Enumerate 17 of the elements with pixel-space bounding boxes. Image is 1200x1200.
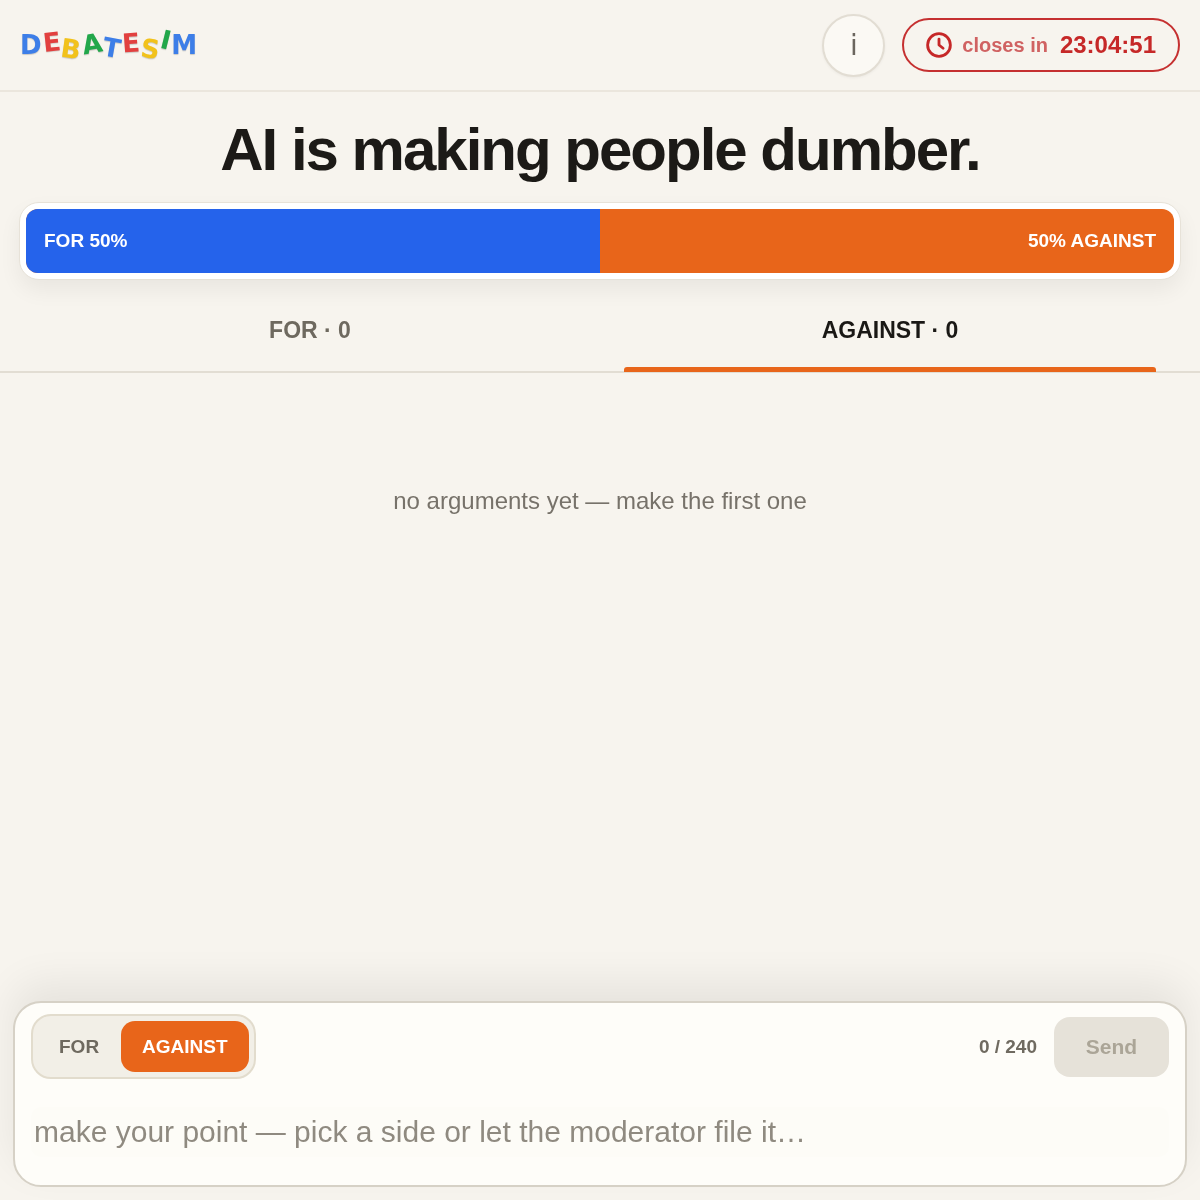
character-counter: 0 / 240 [978, 1035, 1037, 1058]
side-option[interactable]: FOR [38, 1021, 121, 1072]
logo-letter: E [41, 26, 62, 58]
for-share-label: FOR 50% [43, 230, 129, 252]
side-tab[interactable]: FOR · 0 [20, 280, 600, 371]
clock-icon [926, 32, 953, 58]
empty-state-message: no arguments yet — make the first one [393, 487, 807, 515]
debate-title: AI is making people dumber. [219, 115, 981, 185]
countdown-label: closes in [962, 33, 1048, 57]
logo-letter: D [20, 30, 42, 60]
side-tab[interactable]: AGAINST · 0 [600, 280, 1180, 371]
info-button[interactable]: i [822, 13, 886, 77]
countdown-time: 23:04:51 [1059, 31, 1156, 59]
logo-letter: M [171, 30, 198, 60]
logo-letter: E [121, 27, 141, 59]
against-share-label: 50% AGAINST [1026, 230, 1157, 252]
side-option[interactable]: AGAINST [121, 1021, 249, 1072]
